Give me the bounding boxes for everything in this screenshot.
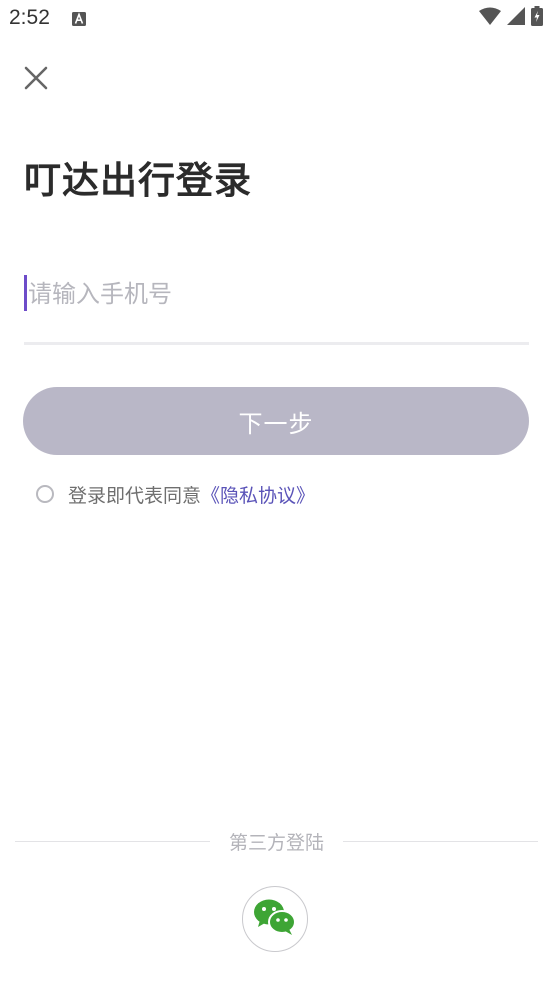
agreement-text: 登录即代表同意 <box>68 484 202 507</box>
next-button[interactable]: 下一步 <box>23 387 529 455</box>
phone-input[interactable] <box>24 272 508 316</box>
divider-line-right <box>343 841 538 842</box>
a-notification-icon <box>72 11 86 26</box>
agreement-row: 登录即代表同意 《隐私协议》 <box>36 480 315 508</box>
phone-field <box>24 268 529 345</box>
privacy-policy-link[interactable]: 《隐私协议》 <box>201 481 315 508</box>
wifi-icon <box>479 7 501 29</box>
agreement-radio[interactable] <box>36 485 54 503</box>
close-icon[interactable] <box>18 60 54 96</box>
status-bar: 2:52 <box>0 0 553 38</box>
wechat-login-button[interactable] <box>242 886 308 952</box>
third-party-label: 第三方登陆 <box>228 832 324 854</box>
status-icons <box>479 6 543 30</box>
wechat-icon <box>253 898 297 940</box>
battery-charging-icon <box>531 6 543 30</box>
third-party-divider: 第三方登陆 <box>15 826 538 856</box>
status-time: 2:52 <box>9 6 50 29</box>
signal-icon <box>507 7 525 29</box>
divider-line-left <box>15 841 210 842</box>
page-title: 叮达出行登录 <box>24 159 252 202</box>
